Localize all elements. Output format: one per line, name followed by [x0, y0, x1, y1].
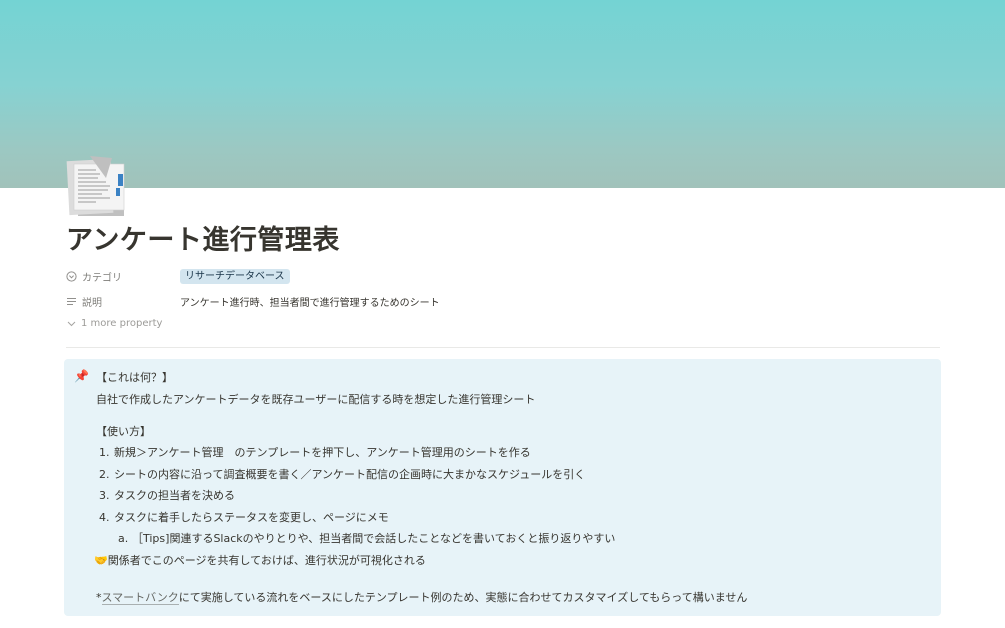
callout-heading-what[interactable]: 【これは何？】 — [96, 371, 173, 385]
pushpin-icon[interactable]: 📌 — [74, 369, 89, 383]
chevron-down-icon — [67, 321, 76, 327]
category-select-icon — [66, 270, 77, 282]
property-label-category: カテゴリ — [82, 272, 122, 284]
share-text: 関係者でこのページを共有しておけば、進行状況が可視化される — [107, 554, 426, 567]
list-item-text: シートの内容に沿って調査概要を書く／アンケート配信の企画時に大まかなスケジュール… — [114, 468, 586, 481]
handshake-icon: 🤝 — [94, 554, 108, 567]
property-row-category[interactable]: カテゴリ リサーチデータベース — [66, 265, 940, 287]
list-item-text: タスクの担当者を決める — [114, 489, 235, 502]
callout-heading-howto[interactable]: 【使い方】 — [96, 425, 151, 439]
more-properties-toggle[interactable]: 1 more property — [66, 318, 162, 329]
property-row-description[interactable]: 説明 アンケート進行時、担当者間で進行管理するためのシート — [66, 290, 940, 312]
text-lines-icon — [67, 297, 76, 305]
note-text: にて実施している流れをベースにしたテンプレート例のため、実態に合わせてカスタマイ… — [178, 591, 748, 604]
properties-divider — [66, 347, 940, 348]
more-properties-label: 1 more property — [81, 318, 163, 329]
page-cover[interactable] — [0, 0, 1005, 188]
document-pages-icon[interactable] — [66, 154, 128, 218]
note-prefix: * — [96, 591, 102, 604]
list-item-number: 3. — [99, 489, 110, 502]
property-key-category[interactable]: カテゴリ — [66, 269, 180, 284]
property-value-category[interactable]: リサーチデータベース — [180, 268, 290, 284]
list-subitem-letter: a. — [118, 532, 129, 545]
property-label-description: 説明 — [82, 297, 102, 309]
list-item-text: タスクに着手したらステータスを変更し、ページにメモ — [114, 511, 389, 524]
list-item-number: 1. — [99, 446, 110, 459]
list-item-number: 4. — [99, 511, 110, 524]
property-value-description[interactable]: アンケート進行時、担当者間で進行管理するためのシート — [180, 294, 440, 309]
callout-share-line[interactable]: 🤝関係者でこのページを共有しておけば、進行状況が可視化される — [94, 554, 426, 568]
callout-block[interactable]: 📌 【これは何？】 自社で作成したアンケートデータを既存ユーザーに配信する時を想… — [64, 359, 941, 616]
page-title[interactable]: アンケート進行管理表 — [66, 218, 340, 257]
smartbank-link[interactable]: スマートバンク — [101, 591, 179, 605]
list-item-number: 2. — [99, 468, 110, 481]
property-key-description[interactable]: 説明 — [66, 294, 180, 309]
list-item-text: 新規＞アンケート管理 のテンプレートを押下し、アンケート管理用のシートを作る — [114, 446, 531, 459]
callout-description[interactable]: 自社で作成したアンケートデータを既存ユーザーに配信する時を想定した進行管理シート — [96, 393, 535, 407]
list-subitem-text: ［Tips]関連するSlackのやりとりや、担当者間で会話したことなどを書いてお… — [132, 532, 616, 545]
category-tag[interactable]: リサーチデータベース — [180, 268, 290, 284]
callout-note[interactable]: *スマートバンクにて実施している流れをベースにしたテンプレート例のため、実態に合… — [96, 591, 747, 605]
